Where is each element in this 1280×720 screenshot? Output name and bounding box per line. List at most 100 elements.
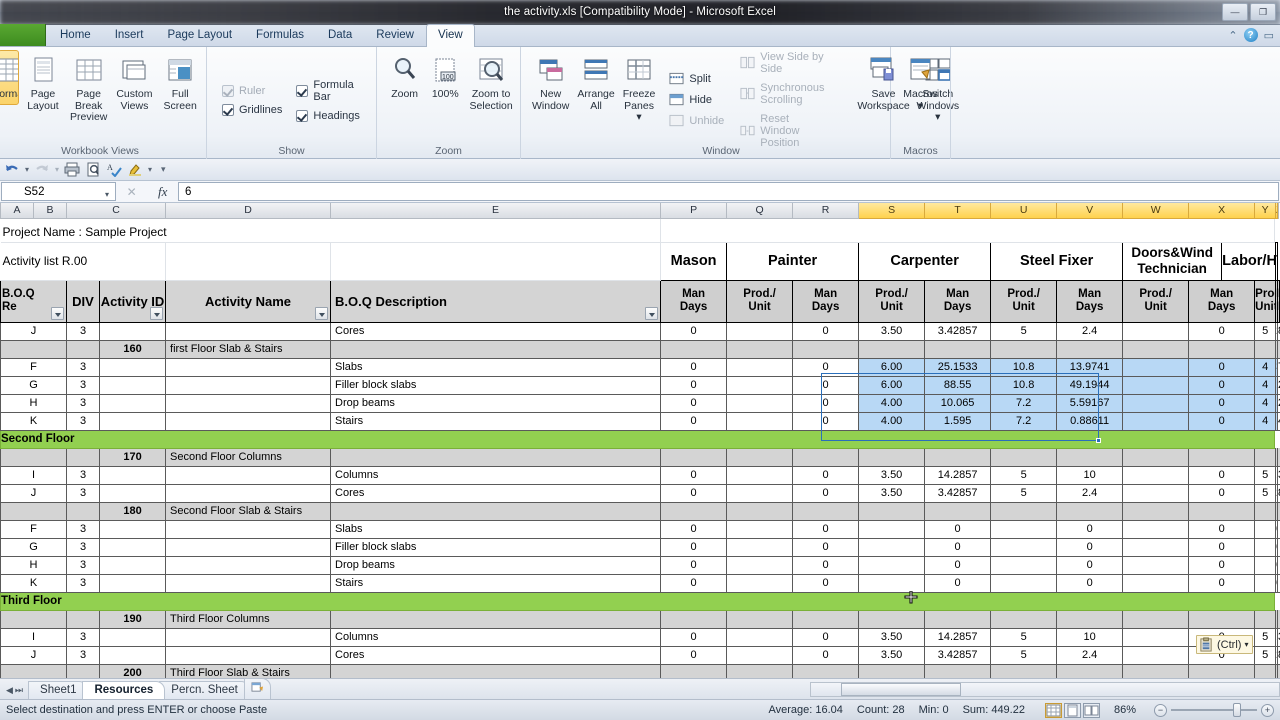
ruler-check-row[interactable]: Ruler: [222, 84, 282, 97]
cell-num-5[interactable]: [990, 502, 1058, 521]
cell-num-2[interactable]: [792, 610, 860, 629]
cell-num-6[interactable]: 10: [1056, 466, 1124, 485]
cell-num-0[interactable]: 0: [660, 520, 728, 539]
zoom-slider[interactable]: − +: [1154, 703, 1274, 717]
cell-num-0[interactable]: 0: [660, 574, 728, 593]
split-row[interactable]: Split: [669, 72, 724, 86]
cell-num-6[interactable]: 2.4: [1056, 484, 1124, 503]
cell-num-1[interactable]: [726, 502, 794, 521]
cell-activity-name[interactable]: [165, 322, 332, 341]
cell-num-8[interactable]: 0: [1188, 520, 1256, 539]
cell-boq-description[interactable]: Stairs: [330, 412, 662, 431]
cell-div[interactable]: 3: [66, 538, 100, 557]
cell-div[interactable]: 3: [66, 466, 100, 485]
cell-num-7[interactable]: [1122, 520, 1190, 539]
collapse-ribbon-icon[interactable]: ⌃: [1228, 29, 1237, 42]
tab-review[interactable]: Review: [364, 24, 426, 46]
col-header-Y[interactable]: Y: [1254, 203, 1277, 219]
cell-num-9[interactable]: [1254, 502, 1277, 521]
tab-file[interactable]: [0, 24, 46, 46]
cell-num-8[interactable]: [1188, 448, 1256, 467]
col-header-C[interactable]: C: [65, 203, 167, 219]
cell-activity-name[interactable]: [165, 538, 332, 557]
table-row[interactable]: K3Stairs004.001.5957.20.88611041.5954.0: [0, 412, 1280, 431]
cell-activity-id[interactable]: [99, 556, 167, 575]
cell-num-6[interactable]: 2.4: [1056, 646, 1124, 665]
cell-num-0[interactable]: 0: [660, 484, 728, 503]
cell-num-9[interactable]: [1254, 556, 1277, 575]
cell-num-11[interactable]: 34.: [1277, 628, 1280, 647]
cell-num-9[interactable]: [1254, 340, 1277, 359]
cell-num-5[interactable]: [990, 340, 1058, 359]
cell-boq-description[interactable]: Drop beams: [330, 556, 662, 575]
cell-num-1[interactable]: [726, 394, 794, 413]
cell-div[interactable]: 3: [66, 520, 100, 539]
cell-num-6[interactable]: 49.1944: [1056, 376, 1124, 395]
cell-num-0[interactable]: 0: [660, 538, 728, 557]
cell-num-11[interactable]: 8.2: [1277, 484, 1280, 503]
cell-activity-name[interactable]: [165, 484, 332, 503]
cell-num-0[interactable]: [660, 340, 728, 359]
cell-boq-description[interactable]: Columns: [330, 628, 662, 647]
cell-num-0[interactable]: [660, 502, 728, 521]
cell-num-6[interactable]: 0: [1056, 556, 1124, 575]
tab-formulas[interactable]: Formulas: [244, 24, 316, 46]
table-row[interactable]: 160 first Floor Slab & Stairs: [0, 340, 1280, 359]
page-layout-view-icon-status[interactable]: [1063, 702, 1081, 718]
cell-div[interactable]: [66, 448, 100, 467]
restore-button[interactable]: ❐: [1250, 3, 1276, 21]
cell-num-11[interactable]: [1277, 664, 1280, 678]
cell-num-3[interactable]: 4.00: [858, 394, 926, 413]
cell-num-11[interactable]: [1277, 340, 1280, 359]
cell-num-4[interactable]: 3.42857: [924, 484, 992, 503]
cell-num-0[interactable]: 0: [660, 556, 728, 575]
cell-num-7[interactable]: [1122, 376, 1190, 395]
cell-boq-ref[interactable]: G: [0, 538, 67, 557]
col-header-T[interactable]: T: [924, 203, 992, 219]
cell-num-2[interactable]: 0: [792, 358, 860, 377]
gridlines-check-row[interactable]: Gridlines: [222, 103, 282, 116]
col-header-AA[interactable]: A: [1277, 203, 1279, 219]
cell-activity-id[interactable]: [99, 358, 167, 377]
cell-num-2[interactable]: 0: [792, 484, 860, 503]
table-row[interactable]: J3Cores003.503.4285752.4052.48.2: [0, 322, 1280, 341]
cell-num-8[interactable]: [1188, 610, 1256, 629]
new-window-button[interactable]: New Window: [529, 50, 572, 116]
highlight-icon[interactable]: [127, 162, 143, 177]
cell-num-9[interactable]: 4: [1254, 412, 1277, 431]
paste-options-caret-icon[interactable]: ▾: [1244, 640, 1248, 649]
freeze-panes-button[interactable]: Freeze Panes ▾: [620, 50, 659, 128]
cell-num-4[interactable]: 3.42857: [924, 322, 992, 341]
project-name-cell[interactable]: Project Name : Sample Project: [0, 218, 662, 243]
cell-num-7[interactable]: [1122, 394, 1190, 413]
cell-num-0[interactable]: [660, 448, 728, 467]
cell-num-9[interactable]: 5: [1254, 628, 1277, 647]
cell-num-1[interactable]: [726, 340, 794, 359]
cell-num-9[interactable]: 4: [1254, 358, 1277, 377]
cell-activity-name[interactable]: Second Floor Slab & Stairs: [165, 502, 332, 521]
cell-num-6[interactable]: 0: [1056, 520, 1124, 539]
cell-boq-ref[interactable]: F: [0, 520, 67, 539]
cell-num-7[interactable]: [1122, 502, 1190, 521]
table-row[interactable]: I3Columns003.5014.2857510051034.: [0, 628, 1280, 647]
print-preview-icon[interactable]: [85, 162, 101, 177]
col-header-B[interactable]: B: [33, 203, 67, 219]
name-box-caret-icon[interactable]: ▾: [105, 190, 109, 199]
cell-activity-id[interactable]: [99, 466, 167, 485]
formula-bar-checkbox[interactable]: [296, 84, 309, 97]
cell-num-1[interactable]: [726, 520, 794, 539]
cell-num-5[interactable]: 10.8: [990, 358, 1058, 377]
trade-gap-2[interactable]: [330, 242, 662, 281]
cell-activity-id[interactable]: 200: [99, 664, 167, 678]
table-row[interactable]: 180 Second Floor Slab & Stairs: [0, 502, 1280, 521]
cell-num-2[interactable]: 0: [792, 376, 860, 395]
cell-boq-description[interactable]: Columns: [330, 466, 662, 485]
filter-button-activity-id[interactable]: [150, 306, 164, 320]
cancel-icon[interactable]: ✕: [127, 185, 137, 199]
cell-num-11[interactable]: 4.0: [1277, 412, 1280, 431]
cell-num-11[interactable]: 76.: [1277, 358, 1280, 377]
cell-num-11[interactable]: [1277, 502, 1280, 521]
cell-num-8[interactable]: 0: [1188, 358, 1256, 377]
page-layout-button[interactable]: Page Layout: [21, 50, 65, 116]
col-header-R[interactable]: R: [792, 203, 860, 219]
